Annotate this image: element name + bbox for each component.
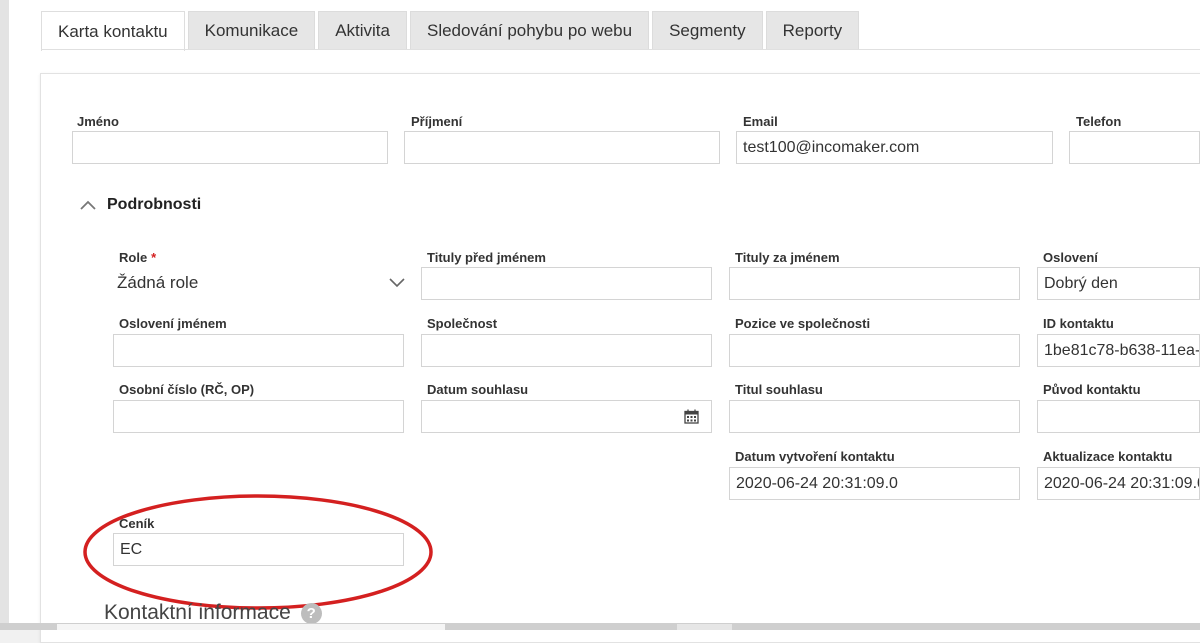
id-kontaktu-input[interactable]: 1be81c78-b638-11ea- — [1037, 334, 1200, 367]
prijmeni-label: Příjmení — [411, 114, 463, 129]
tab-aktivita[interactable]: Aktivita — [318, 11, 407, 49]
titul-za-label: Tituly za jménem — [735, 250, 840, 265]
details-section-toggle[interactable]: Podrobnosti — [79, 196, 201, 214]
osloveni-input[interactable]: Dobrý den — [1037, 267, 1200, 300]
tab-reporty[interactable]: Reporty — [765, 11, 860, 49]
osobni-cislo-input[interactable] — [113, 400, 404, 433]
email-input[interactable]: test100@incomaker.com — [736, 131, 1053, 164]
puvod-kontaktu-label: Původ kontaktu — [1043, 382, 1141, 397]
email-label: Email — [743, 114, 778, 129]
datum-vytvoreni-input[interactable]: 2020-06-24 20:31:09.0 — [729, 467, 1020, 500]
tab-bar: Karta kontaktu Komunikace Aktivita Sledo… — [41, 11, 862, 51]
osloveni-jmenem-label: Oslovení jménem — [119, 316, 227, 331]
left-sidebar-edge — [0, 0, 9, 630]
tab-segmenty[interactable]: Segmenty — [652, 11, 763, 49]
contact-info-section: Kontaktní informace ? — [104, 601, 322, 625]
cenik-input[interactable]: EC — [113, 533, 404, 566]
titul-za-input[interactable] — [729, 267, 1020, 300]
tab-karta-kontaktu[interactable]: Karta kontaktu — [41, 11, 185, 51]
help-icon[interactable]: ? — [300, 602, 322, 624]
aktualizace-input[interactable]: 2020-06-24 20:31:09.0 — [1037, 467, 1200, 500]
spolecnost-label: Společnost — [427, 316, 498, 331]
prijmeni-input[interactable] — [404, 131, 720, 164]
scrollbar-segment — [677, 624, 732, 630]
puvod-kontaktu-input[interactable] — [1037, 400, 1200, 433]
telefon-input[interactable] — [1069, 131, 1200, 164]
titul-souhlasu-input[interactable] — [729, 400, 1020, 433]
titul-pred-label: Tituly před jménem — [427, 250, 546, 265]
aktualizace-label: Aktualizace kontaktu — [1043, 449, 1173, 464]
tab-divider — [41, 49, 1200, 50]
titul-pred-input[interactable] — [421, 267, 712, 300]
datum-souhlasu-label: Datum souhlasu — [427, 382, 529, 397]
role-label: Role * — [119, 250, 157, 265]
jmeno-input[interactable] — [72, 131, 388, 164]
datum-vytvoreni-label: Datum vytvoření kontaktu — [735, 449, 895, 464]
required-marker: * — [151, 250, 157, 265]
osloveni-label: Oslovení — [1043, 250, 1098, 265]
chevron-down-icon — [389, 278, 405, 288]
datum-souhlasu-input[interactable] — [421, 400, 712, 433]
cenik-label: Ceník — [119, 516, 155, 531]
chevron-up-icon — [80, 200, 96, 210]
tab-sledovani-pohybu[interactable]: Sledování pohybu po webu — [409, 11, 650, 49]
jmeno-label: Jméno — [77, 114, 119, 129]
role-select-value: Žádná role — [117, 273, 199, 292]
pozice-input[interactable] — [729, 334, 1020, 367]
id-kontaktu-label: ID kontaktu — [1043, 316, 1114, 331]
telefon-label: Telefon — [1076, 114, 1122, 129]
role-select[interactable]: Žádná role — [113, 267, 406, 300]
details-section-title: Podrobnosti — [107, 196, 202, 213]
contact-info-title: Kontaktní informace — [104, 601, 291, 624]
titul-souhlasu-label: Titul souhlasu — [735, 382, 823, 397]
tab-komunikace[interactable]: Komunikace — [187, 11, 316, 49]
scrollbar-thumb[interactable] — [57, 624, 445, 630]
spolecnost-input[interactable] — [421, 334, 712, 367]
osloveni-jmenem-input[interactable] — [113, 334, 404, 367]
osobni-cislo-label: Osobní číslo (RČ, OP) — [119, 382, 255, 397]
calendar-icon[interactable] — [684, 409, 699, 424]
pozice-label: Pozice ve společnosti — [735, 316, 871, 331]
